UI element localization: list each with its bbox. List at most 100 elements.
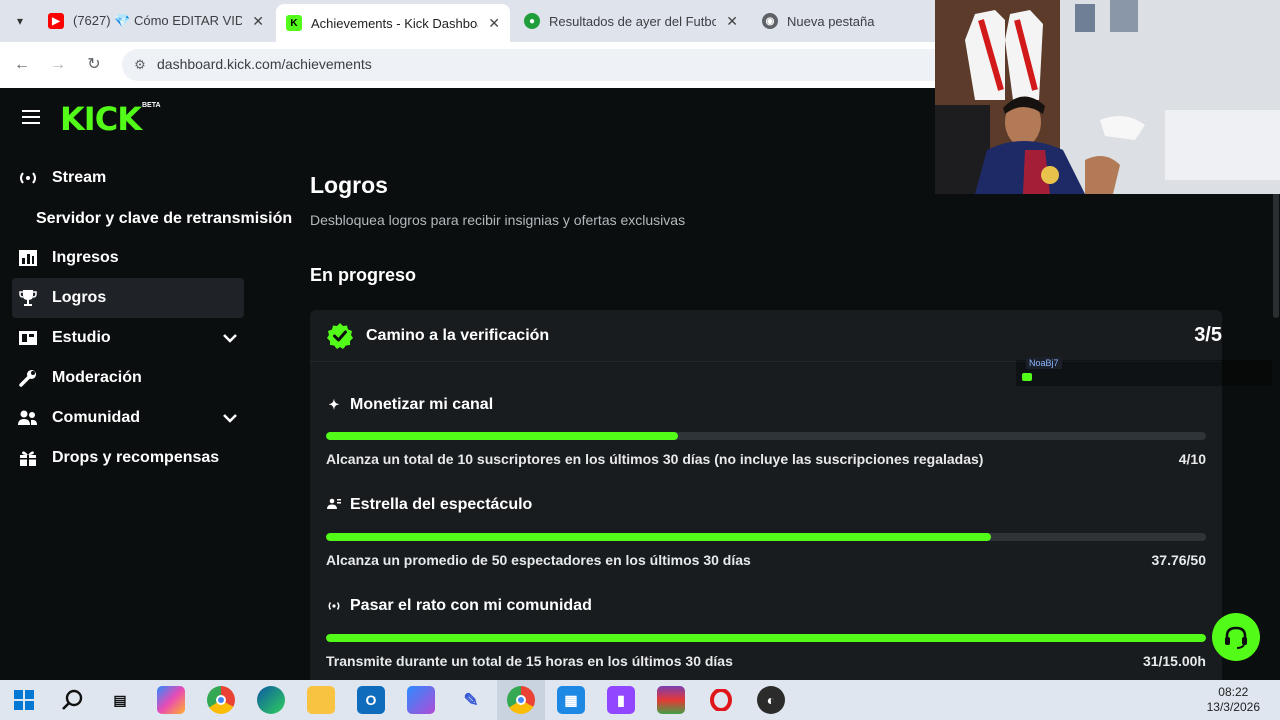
sidebar-item-label: Comunidad: [52, 409, 140, 426]
store-icon[interactable]: ▦: [557, 686, 585, 714]
trophy-icon: [18, 288, 38, 308]
site-settings-icon[interactable]: ⚙: [131, 56, 149, 74]
sidebar-subitem-server-key[interactable]: Servidor y clave de retransmisión: [36, 210, 292, 228]
achievement-title: Pasar el rato con mi comunidad: [326, 597, 592, 615]
chrome-icon: ◉: [762, 13, 778, 29]
sparkle-icon: ✦: [328, 397, 340, 412]
sidebar-item-label: Drops y recompensas: [52, 449, 220, 466]
tab-title: (7627) 💎 Cómo EDITAR VIDEOS: [73, 13, 243, 28]
reload-icon[interactable]: ↻: [83, 54, 105, 76]
obs-icon[interactable]: ◐: [757, 686, 785, 714]
tab-title: Nueva pestaña: [787, 13, 875, 29]
sidebar-item-drops[interactable]: Drops y recompensas: [12, 438, 244, 478]
sidebar-item-moderacion[interactable]: Moderación: [12, 358, 244, 398]
opera-icon[interactable]: [707, 686, 735, 714]
achievement-description: Alcanza un total de 10 suscriptores en l…: [326, 451, 984, 467]
close-icon[interactable]: ✕: [726, 13, 738, 30]
broadcast-icon: [18, 168, 38, 188]
sidebar-item-label: Stream: [52, 169, 107, 186]
address-bar[interactable]: ⚙ dashboard.kick.com/achievements: [122, 49, 1022, 81]
tab-new[interactable]: ◉ Nueva pestaña: [752, 4, 932, 38]
achievement-value: 4/10: [1178, 451, 1206, 467]
progress-bar: [326, 634, 1206, 642]
chrome-active-icon[interactable]: [507, 686, 535, 714]
url-text: dashboard.kick.com/achievements: [157, 56, 372, 72]
verified-badge-icon: [326, 322, 354, 350]
page-title: Logros: [310, 172, 388, 198]
search-icon[interactable]: [58, 686, 86, 714]
achievement-description: Transmite durante un total de 15 horas e…: [326, 653, 733, 669]
launcher-icon[interactable]: ✎: [457, 686, 485, 714]
progress-fill: [326, 432, 678, 440]
sidebar-item-label: Logros: [52, 289, 107, 306]
studio-icon: [18, 328, 38, 348]
edge-icon[interactable]: [257, 686, 285, 714]
outlook-icon[interactable]: O: [357, 686, 385, 714]
youtube-icon: ▶: [48, 13, 64, 29]
users-icon: [18, 408, 38, 428]
wrench-icon: [18, 368, 38, 388]
tab-kick[interactable]: K Achievements - Kick Dashboard ✕: [276, 4, 510, 42]
system-clock[interactable]: 08:22 13/3/2026: [1207, 685, 1260, 715]
webcam-overlay: [935, 0, 1280, 194]
menu-icon[interactable]: [22, 110, 42, 126]
twitch-icon[interactable]: ▮: [607, 686, 635, 714]
close-icon[interactable]: ✕: [488, 15, 500, 32]
progress-fill: [326, 634, 1206, 642]
achievement-description: Alcanza un promedio de 50 espectadores e…: [326, 552, 751, 568]
achievement-value: 31/15.00h: [1142, 653, 1206, 669]
chevron-down-icon[interactable]: [222, 330, 238, 346]
tab-youtube[interactable]: ▶ (7627) 💎 Cómo EDITAR VIDEOS ✕: [38, 4, 274, 38]
card-title: Camino a la verificación: [366, 327, 550, 344]
section-heading: En progreso: [310, 265, 417, 285]
live-icon: [326, 599, 342, 614]
chevron-down-icon[interactable]: [222, 410, 238, 426]
achievement-title: ✦ Monetizar mi canal: [326, 396, 494, 414]
gift-icon: [18, 448, 38, 468]
tab-futbol[interactable]: ● Resultados de ayer del Futbol Argentin…: [514, 4, 748, 38]
windows-taskbar: ▤ O ✎ ▦ ▮ ◐ 08:22 13/3/2026: [0, 680, 1280, 720]
clock-time: 08:22: [1218, 685, 1249, 699]
sidebar-item-ingresos[interactable]: Ingresos: [12, 238, 244, 278]
support-chat-button[interactable]: [1212, 613, 1260, 661]
back-icon[interactable]: ←: [11, 54, 33, 76]
sidebar-item-estudio[interactable]: Estudio: [12, 318, 244, 358]
sidebar-item-label: Ingresos: [52, 249, 119, 266]
bar-chart-icon: [18, 248, 38, 268]
sidebar-item-logros[interactable]: Logros: [12, 278, 244, 318]
close-icon[interactable]: ✕: [252, 13, 264, 30]
winrar-icon[interactable]: [657, 686, 685, 714]
achievement-title: Estrella del espectáculo: [326, 496, 532, 514]
sidebar-item-label: Estudio: [52, 329, 111, 346]
sidebar-item-stream[interactable]: Stream: [12, 158, 244, 198]
progress-fill: [326, 533, 991, 541]
achievement-value: 37.76/50: [1151, 552, 1207, 568]
windows-start-icon[interactable]: [10, 686, 38, 714]
kick-logo[interactable]: KICK: [60, 100, 142, 138]
kick-icon: K: [286, 15, 302, 31]
sidebar-item-label: Moderación: [52, 369, 142, 386]
tab-search-icon[interactable]: ▾: [8, 10, 32, 32]
headset-icon: [1225, 626, 1247, 649]
chat-username: NoaBj7: [1026, 357, 1062, 369]
task-view-icon[interactable]: ▤: [106, 686, 134, 714]
sidebar-item-comunidad[interactable]: Comunidad: [12, 398, 244, 438]
card-header[interactable]: Camino a la verificación 3/5: [310, 310, 1222, 362]
achievement-name: Monetizar mi canal: [350, 396, 494, 413]
chrome-icon[interactable]: [207, 686, 235, 714]
webcam-feed-image: [935, 0, 1280, 194]
viewers-icon: [326, 498, 342, 513]
page-subtitle: Desbloquea logros para recibir insignias…: [310, 212, 686, 228]
soccer-ball-icon: ●: [524, 13, 540, 29]
progress-bar: [326, 533, 1206, 541]
copilot-icon[interactable]: [157, 686, 185, 714]
tab-title: Resultados de ayer del Futbol Argentino: [549, 13, 717, 29]
card-progress-count: 3/5: [1194, 324, 1222, 346]
achievement-name: Pasar el rato con mi comunidad: [350, 597, 592, 614]
tab-title: Achievements - Kick Dashboard: [311, 15, 479, 31]
progress-bar: [326, 432, 1206, 440]
copilot-m365-icon[interactable]: [407, 686, 435, 714]
file-explorer-icon[interactable]: [307, 686, 335, 714]
beta-badge: BETA: [142, 102, 161, 109]
forward-icon[interactable]: →: [47, 54, 69, 76]
